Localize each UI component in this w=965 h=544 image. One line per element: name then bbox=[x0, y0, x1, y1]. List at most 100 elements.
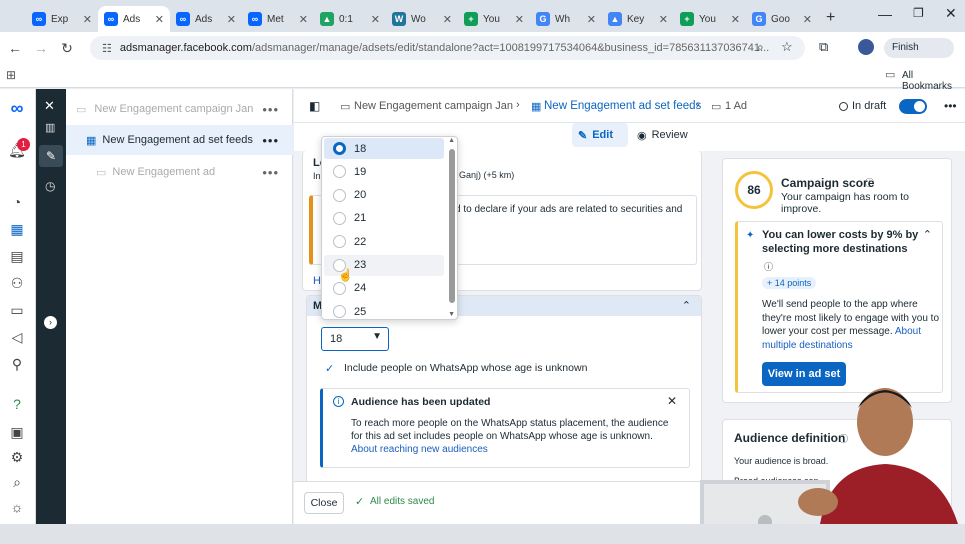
sidebar-toggle-icon[interactable]: ◧ bbox=[309, 99, 320, 113]
debug-bug-icon[interactable]: ☼ bbox=[6, 496, 28, 518]
search-icon[interactable]: ⌕ bbox=[6, 471, 28, 493]
radio-icon bbox=[333, 235, 346, 249]
reports-icon[interactable]: ▣ bbox=[6, 421, 28, 443]
checkmark-icon[interactable]: ✓ bbox=[325, 362, 334, 375]
close-button[interactable]: Close bbox=[304, 492, 344, 514]
back-button[interactable]: ← bbox=[4, 40, 26, 56]
browser-tab[interactable]: G Wh ✕ bbox=[530, 6, 602, 32]
publish-toggle[interactable] bbox=[899, 99, 927, 114]
scroll-up-arrow[interactable]: ▲ bbox=[448, 137, 455, 144]
meta-logo-icon[interactable]: ∞ bbox=[6, 97, 28, 119]
browser-tab[interactable]: W Wo ✕ bbox=[386, 6, 458, 32]
bookmark-star-icon[interactable]: ☆ bbox=[781, 39, 793, 55]
tab-close-icon[interactable]: ✕ bbox=[227, 13, 236, 26]
minimize-button[interactable]: — bbox=[878, 6, 892, 22]
more-options-icon[interactable]: ••• bbox=[262, 133, 279, 148]
info-icon[interactable]: ⓘ bbox=[865, 176, 874, 189]
browser-tab[interactable]: ▲ 0:1 ✕ bbox=[314, 6, 386, 32]
eye-icon: ◉ bbox=[637, 129, 647, 142]
ads-manager-icon[interactable]: ▦ bbox=[6, 218, 28, 240]
tab-close-icon[interactable]: ✕ bbox=[155, 13, 164, 26]
audience-updated-notice: i Audience has been updated ✕ To reach m… bbox=[320, 388, 690, 468]
tab-close-icon[interactable]: ✕ bbox=[731, 13, 740, 26]
review-tab-label: Review bbox=[651, 129, 688, 141]
tab-close-icon[interactable]: ✕ bbox=[587, 13, 596, 26]
url-field[interactable]: ☷ adsmanager.facebook.com/adsmanager/man… bbox=[90, 36, 805, 60]
browser-tab[interactable]: + You ✕ bbox=[674, 6, 746, 32]
profile-avatar[interactable] bbox=[858, 39, 874, 55]
more-options-icon[interactable]: ••• bbox=[944, 99, 957, 113]
expand-chevron-icon[interactable]: › bbox=[44, 316, 57, 329]
notice-body-link[interactable]: About reaching new audiences bbox=[351, 444, 488, 455]
tab-close-icon[interactable]: ✕ bbox=[83, 13, 92, 26]
profile-button[interactable]: Finish bbox=[884, 38, 954, 58]
tab-close-icon[interactable]: ✕ bbox=[515, 13, 524, 26]
tree-adset-row[interactable]: ▦ New Engagement ad set feeds ••• bbox=[66, 125, 293, 155]
more-options-icon[interactable]: ••• bbox=[262, 165, 279, 180]
radio-icon bbox=[333, 188, 346, 202]
collapse-chevron-icon[interactable]: ⌃ bbox=[923, 228, 932, 241]
tree-campaign-label: New Engagement campaign Jan bbox=[94, 103, 254, 115]
dismiss-icon[interactable]: ✕ bbox=[667, 394, 677, 408]
campaigns-megaphone-icon[interactable]: ◁ bbox=[6, 326, 28, 348]
age-option[interactable]: 22 bbox=[324, 231, 444, 252]
browser-tab[interactable]: ▲ Key ✕ bbox=[602, 6, 674, 32]
settings-gear-icon[interactable]: ⚙ bbox=[6, 446, 28, 468]
billing-icon[interactable]: ▭ bbox=[6, 299, 28, 321]
browser-tab[interactable]: ∞ Ads ✕ bbox=[98, 6, 170, 32]
help-icon[interactable]: ? bbox=[6, 393, 28, 415]
edit-tab[interactable]: ✎ Edit bbox=[572, 123, 628, 147]
new-tab-button[interactable]: + bbox=[826, 9, 835, 27]
edit-tab-label: Edit bbox=[592, 129, 613, 141]
help-link[interactable]: H bbox=[313, 275, 321, 287]
browser-tab[interactable]: ∞ Met ✕ bbox=[242, 6, 314, 32]
age-min-select[interactable]: 18 ▼ bbox=[321, 327, 389, 351]
chart-icon[interactable]: ▥ bbox=[45, 121, 55, 134]
scroll-down-arrow[interactable]: ▼ bbox=[448, 311, 455, 318]
browser-tab[interactable]: + You ✕ bbox=[458, 6, 530, 32]
restore-button[interactable]: ❐ bbox=[913, 6, 924, 20]
score-tip: ✦ You can lower costs by 9% by selecting… bbox=[735, 221, 943, 393]
tab-strip: ∞ Exp ✕ ∞ Ads ✕ ∞ Ads ✕ ∞ Met ✕ ▲ 0:1 ✕ W Wo ✕ + You ✕ G Wh ✕ ▲ K… bbox=[26, 0, 818, 32]
zoom-icon[interactable]: ⌕ bbox=[757, 40, 764, 55]
folder-icon: ▭ bbox=[340, 101, 351, 113]
browser-tab[interactable]: G Goo ✕ bbox=[746, 6, 818, 32]
history-clock-icon[interactable]: ◷ bbox=[45, 179, 55, 193]
dropdown-scrollbar[interactable] bbox=[449, 149, 455, 303]
age-option[interactable]: 20 bbox=[324, 185, 444, 206]
dashboard-icon[interactable]: ◔ bbox=[6, 191, 28, 213]
age-dropdown-list[interactable]: 18 19 20 21 22 23 24 25 ▲ ▼ bbox=[321, 136, 458, 320]
close-icon[interactable]: ✕ bbox=[44, 98, 55, 114]
extensions-icon[interactable]: ⧉ bbox=[819, 39, 828, 55]
tree-campaign-row[interactable]: ▭ New Engagement campaign Jan ••• bbox=[66, 94, 293, 124]
forward-button[interactable]: → bbox=[30, 40, 52, 56]
tab-close-icon[interactable]: ✕ bbox=[299, 13, 308, 26]
breadcrumb-campaign[interactable]: New Engagement campaign Jan bbox=[354, 100, 513, 112]
age-option[interactable]: 25 bbox=[324, 301, 444, 319]
saved-status: All edits saved bbox=[370, 496, 435, 507]
breadcrumb-adset[interactable]: New Engagement ad set feeds bbox=[544, 100, 701, 112]
include-unknown-label[interactable]: Include people on WhatsApp whose age is … bbox=[344, 362, 587, 374]
reload-button[interactable]: ↻ bbox=[56, 40, 78, 57]
info-icon[interactable]: ⓘ bbox=[764, 260, 773, 273]
tab-close-icon[interactable]: ✕ bbox=[803, 13, 812, 26]
tab-close-icon[interactable]: ✕ bbox=[371, 13, 380, 26]
events-icon[interactable]: ⚲ bbox=[6, 353, 28, 375]
tree-ad-row[interactable]: ▭ New Engagement ad ••• bbox=[66, 157, 293, 187]
window-close-button[interactable]: ✕ bbox=[945, 5, 957, 22]
apps-grid-icon[interactable]: ⊞ bbox=[6, 68, 16, 82]
tab-close-icon[interactable]: ✕ bbox=[659, 13, 668, 26]
more-options-icon[interactable]: ••• bbox=[262, 102, 279, 117]
age-option[interactable]: 18 bbox=[324, 138, 444, 159]
tab-close-icon[interactable]: ✕ bbox=[443, 13, 452, 26]
age-option[interactable]: 21 bbox=[324, 208, 444, 229]
pages-icon[interactable]: ▤ bbox=[6, 245, 28, 267]
collapse-chevron-icon[interactable]: ⌃ bbox=[682, 299, 691, 312]
browser-tab[interactable]: ∞ Ads ✕ bbox=[170, 6, 242, 32]
edit-pencil-icon[interactable]: ✎ bbox=[39, 145, 63, 167]
review-tab[interactable]: ◉ Review bbox=[637, 123, 688, 147]
browser-tab[interactable]: ∞ Exp ✕ bbox=[26, 6, 98, 32]
breadcrumb-ad[interactable]: 1 Ad bbox=[725, 100, 747, 112]
age-option[interactable]: 19 bbox=[324, 161, 444, 182]
audiences-icon[interactable]: ⚇ bbox=[6, 272, 28, 294]
